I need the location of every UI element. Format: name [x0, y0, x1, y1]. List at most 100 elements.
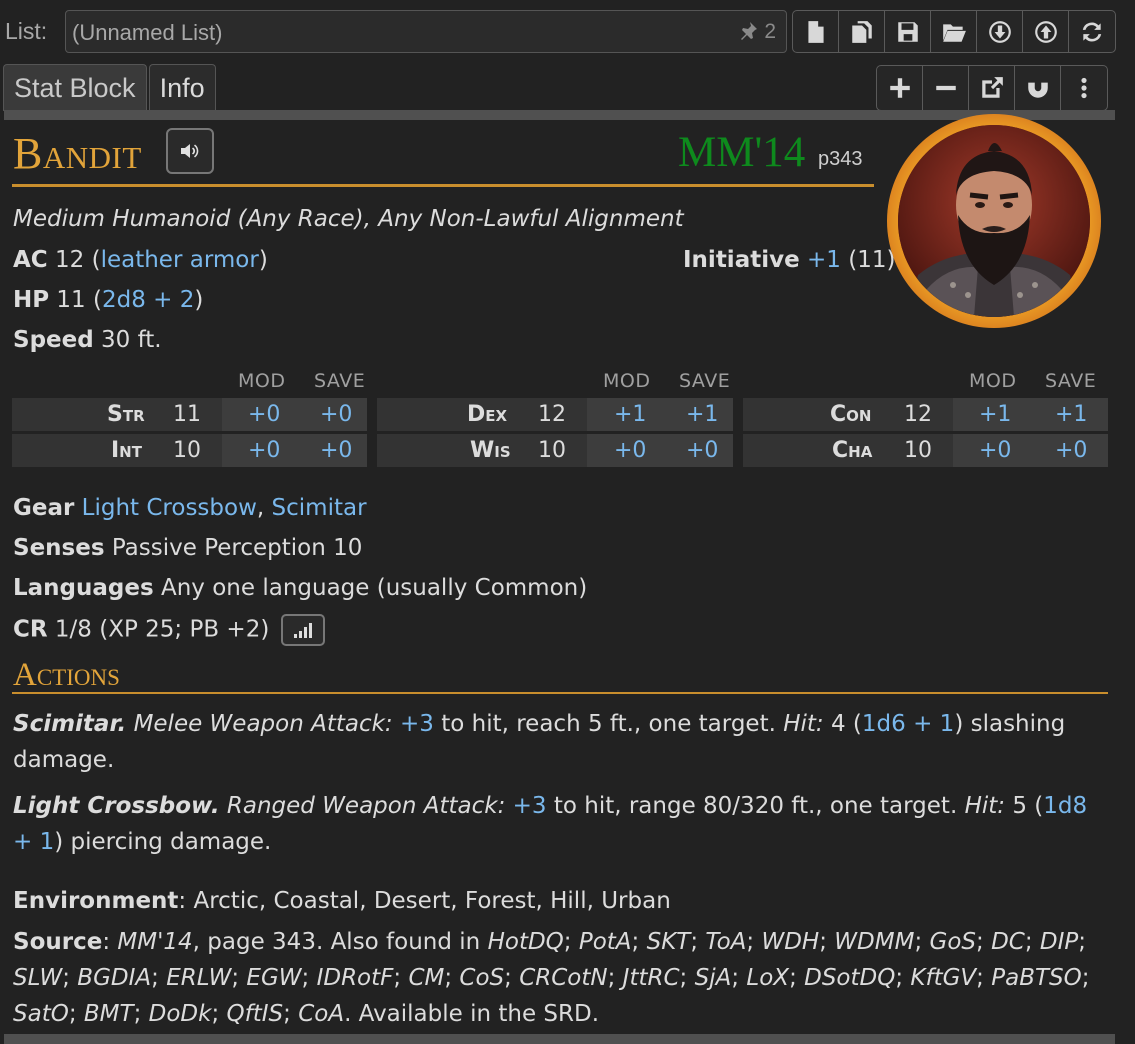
source-book-link[interactable]: IDRotF [317, 965, 394, 991]
list-name-input[interactable]: (Unnamed List) 2 [65, 10, 787, 53]
action-text: to hit, range 80/320 ft., one target. [546, 793, 965, 819]
ability-mod-cha[interactable]: +0 [979, 438, 1011, 463]
source-primary[interactable]: MM'14 [117, 929, 192, 955]
pin-icon [741, 22, 758, 40]
add-button[interactable] [877, 66, 923, 110]
source-book-link[interactable]: EGW [246, 965, 301, 991]
popout-button[interactable] [969, 66, 1015, 110]
statblock-toolbar [876, 65, 1108, 111]
tab-info[interactable]: Info [148, 64, 216, 111]
open-folder-icon [942, 23, 966, 42]
source-book-link[interactable]: ToA [705, 929, 746, 955]
ability-save-cha[interactable]: +0 [1055, 438, 1087, 463]
environment-label: Environment [13, 888, 179, 914]
damage-average: 5 ( [1005, 793, 1044, 819]
to-hit-roll[interactable]: +3 [513, 793, 547, 819]
ability-name-wis: Wis [470, 438, 511, 463]
source-book-link[interactable]: QftIS [227, 1001, 284, 1027]
save-header: SAVE [1045, 370, 1097, 392]
source-book-link[interactable]: SKT [647, 929, 691, 955]
ability-mod-int[interactable]: +0 [248, 438, 280, 463]
source-book-link[interactable]: DoDk [149, 1001, 212, 1027]
source-book-link[interactable]: CoS [459, 965, 504, 991]
source-book-link[interactable]: HotDQ [488, 929, 564, 955]
source-book-link[interactable]: LoX [746, 965, 789, 991]
tab-stat-block[interactable]: Stat Block [3, 64, 147, 111]
cr-label: CR [13, 616, 48, 643]
ability-mod-dex[interactable]: +1 [614, 402, 646, 427]
speaker-icon [181, 144, 199, 158]
environment-value: : Arctic, Coastal, Desert, Forest, Hill,… [178, 888, 671, 914]
speak-name-button[interactable] [166, 128, 214, 174]
source-book-link[interactable]: SjA [695, 965, 732, 991]
list-toolbar [792, 10, 1116, 53]
source-book-link[interactable]: ERLW [166, 965, 231, 991]
ac-armor-link[interactable]: leather armor [101, 247, 259, 273]
ability-save-con[interactable]: +1 [1055, 402, 1087, 427]
new-file-icon [807, 20, 824, 43]
source-book-link[interactable]: BGDIA [77, 965, 151, 991]
source-book-link[interactable]: SLW [13, 965, 62, 991]
source-book-link[interactable]: JttRC [623, 965, 680, 991]
save-header: SAVE [314, 370, 366, 392]
upload-list-button[interactable] [1023, 11, 1069, 52]
initiative-roll[interactable]: +1 [807, 247, 841, 273]
source-book-link[interactable]: PaBTSO [991, 965, 1082, 991]
source-primary-rest: , page 343. Also found in [192, 929, 488, 955]
ability-save-wis[interactable]: +0 [686, 438, 718, 463]
source-book-link[interactable]: GoS [930, 929, 977, 955]
source-book-link[interactable]: DSotDQ [804, 965, 895, 991]
gear-item-link[interactable]: Scimitar [272, 495, 367, 521]
more-options-button[interactable] [1061, 66, 1107, 110]
copy-list-button[interactable] [839, 11, 885, 52]
magnet-button[interactable] [1015, 66, 1061, 110]
hit-label: Hit: [783, 711, 824, 737]
statblock-bottom-border [4, 1034, 1115, 1044]
initiative-score: (11) [848, 247, 896, 273]
source-book-link[interactable]: CRCotN [519, 965, 607, 991]
source-book-link[interactable]: WDH [761, 929, 819, 955]
ability-save-int[interactable]: +0 [320, 438, 352, 463]
creature-token[interactable] [887, 114, 1101, 328]
source-paragraph: Source: MM'14, page 343. Also found in H… [13, 929, 1090, 1027]
list-name-value[interactable]: (Unnamed List) [72, 20, 222, 46]
source-book-link[interactable]: BMT [84, 1001, 134, 1027]
ability-mod-wis[interactable]: +0 [614, 438, 646, 463]
download-list-button[interactable] [977, 11, 1023, 52]
source-abbreviation[interactable]: MM'14 [678, 128, 805, 177]
creature-name: Bandit [13, 129, 142, 178]
speed-value: 30 ft. [101, 327, 162, 353]
initiative-label: Initiative [683, 247, 800, 273]
source-book-link[interactable]: DC [991, 929, 1025, 955]
source-book-link[interactable]: SatO [13, 1001, 69, 1027]
remove-button[interactable] [923, 66, 969, 110]
ability-mod-str[interactable]: +0 [248, 402, 280, 427]
ability-score-str: 11 [173, 402, 201, 427]
speed-line: Speed 30 ft. [13, 327, 162, 353]
copy-icon [851, 20, 872, 43]
refresh-list-button[interactable] [1069, 11, 1115, 52]
ability-save-dex[interactable]: +1 [686, 402, 718, 427]
source-book-link[interactable]: KftGV [910, 965, 976, 991]
save-list-button[interactable] [885, 11, 931, 52]
magnet-icon [1027, 78, 1048, 98]
open-list-button[interactable] [931, 11, 977, 52]
source-book-link[interactable]: PotA [579, 929, 632, 955]
creature-type-line: Medium Humanoid (Any Race), Any Non-Lawf… [13, 206, 684, 232]
pin-count[interactable]: 2 [738, 20, 776, 44]
source-book-link[interactable]: CoA [298, 1001, 344, 1027]
source-book-link[interactable]: CM [408, 965, 444, 991]
ability-mod-con[interactable]: +1 [979, 402, 1011, 427]
source-book-link[interactable]: DIP [1040, 929, 1078, 955]
ability-save-str[interactable]: +0 [320, 402, 352, 427]
source-book-link[interactable]: WDMM [834, 929, 914, 955]
cr-scaler-button[interactable] [280, 614, 325, 646]
damage-roll[interactable]: 1d6 + 1 [862, 711, 954, 737]
ability-score-cha: 10 [904, 438, 932, 463]
hp-dice-roll[interactable]: 2d8 + 2 [102, 287, 194, 313]
ability-name-int: Int [111, 438, 142, 463]
to-hit-roll[interactable]: +3 [400, 711, 434, 737]
attack-type: Ranged Weapon Attack: [226, 793, 506, 819]
new-list-button[interactable] [793, 11, 839, 52]
gear-item-link[interactable]: Light Crossbow [82, 495, 257, 521]
